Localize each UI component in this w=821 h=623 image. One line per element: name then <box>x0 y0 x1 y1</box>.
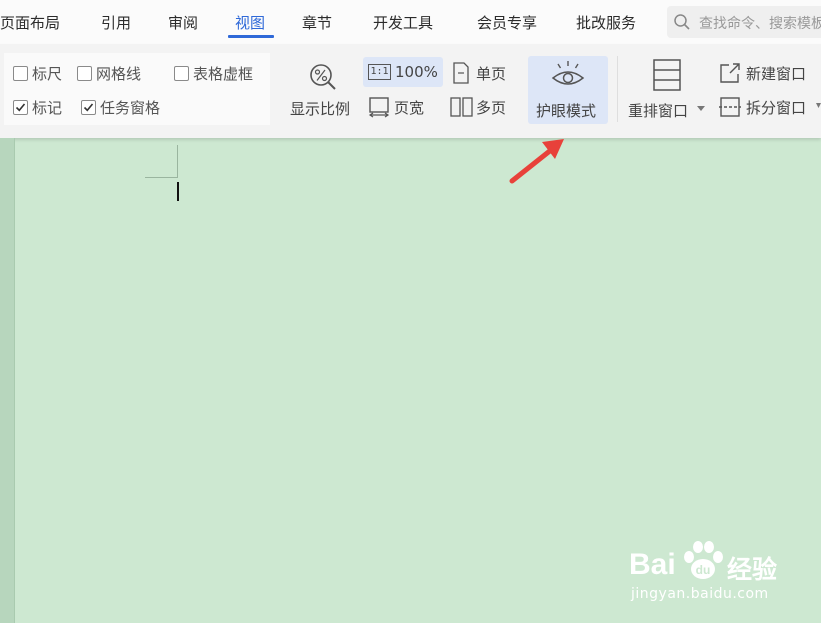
eye-protection-mode-button[interactable]: 护眼模式 <box>528 56 608 124</box>
checkbox-box[interactable] <box>13 100 28 115</box>
multi-page-label: 多页 <box>476 99 507 117</box>
active-tab-indicator <box>228 35 274 38</box>
page-width-button[interactable]: 页宽 <box>366 93 436 121</box>
rearrange-windows-button[interactable]: 重排窗口 <box>626 58 708 122</box>
watermark-brand-right: 经验 <box>727 555 778 584</box>
checkbox-box[interactable] <box>13 66 28 81</box>
eye-icon <box>551 61 585 85</box>
split-window-icon <box>719 97 741 117</box>
single-page-icon <box>453 62 469 84</box>
new-window-label: 新建窗口 <box>746 65 807 83</box>
watermark-brand-left: Bai <box>629 548 676 581</box>
one-to-one-icon: 1:1 <box>368 64 391 80</box>
zoom-percent-icon <box>310 64 336 90</box>
checkmark-icon <box>15 103 26 112</box>
markup-checkbox[interactable]: 标记 <box>13 97 62 118</box>
watermark-url: jingyan.baidu.com <box>631 586 769 602</box>
single-page-label: 单页 <box>476 65 507 83</box>
task-pane-label: 任务窗格 <box>100 99 161 117</box>
chevron-down-icon <box>816 103 821 108</box>
gridlines-label: 网格线 <box>96 65 142 83</box>
single-page-button[interactable]: 单页 <box>450 60 520 86</box>
task-pane-checkbox[interactable]: 任务窗格 <box>81 97 160 118</box>
menu-item-chapter[interactable]: 章节 <box>302 12 332 33</box>
zoom-button[interactable]: 显示比例 <box>288 60 356 120</box>
margin-corner-mark <box>145 177 178 178</box>
red-arrow-annotation <box>509 139 564 184</box>
menu-item-member[interactable]: 会员专享 <box>477 12 537 33</box>
menu-item-references[interactable]: 引用 <box>101 12 131 33</box>
markup-label: 标记 <box>32 99 63 117</box>
menu-item-review[interactable]: 审阅 <box>168 12 198 33</box>
rearrange-windows-label: 重排窗口 <box>628 102 689 120</box>
rearrange-windows-icon <box>653 59 681 91</box>
page-width-icon <box>368 97 390 118</box>
split-window-button[interactable]: 拆分窗口 <box>718 93 821 121</box>
page-width-label: 页宽 <box>394 99 425 117</box>
gridlines-checkbox[interactable]: 网格线 <box>77 63 141 84</box>
new-window-button[interactable]: 新建窗口 <box>718 60 821 86</box>
menu-item-correction-service[interactable]: 批改服务 <box>576 12 636 33</box>
menu-bar: 页面布局 引用 审阅 视图 章节 开发工具 会员专享 批改服务 查找命令、搜索模… <box>0 0 821 44</box>
checkbox-box[interactable] <box>77 66 92 81</box>
zoom-100-label: 100% <box>395 63 438 81</box>
zoom-label: 显示比例 <box>290 100 351 118</box>
menu-item-page-layout[interactable]: 页面布局 <box>0 12 60 33</box>
table-gridlines-label: 表格虚框 <box>193 65 254 83</box>
multi-page-button[interactable]: 多页 <box>450 93 520 121</box>
baidu-watermark: Bai du 经验 jingyan.baidu.com <box>629 538 799 608</box>
separator <box>617 56 618 122</box>
checkbox-box[interactable] <box>174 66 189 81</box>
svg-text:du: du <box>696 563 711 577</box>
split-window-label: 拆分窗口 <box>746 99 807 117</box>
checkbox-box[interactable] <box>81 100 96 115</box>
text-cursor <box>177 182 179 201</box>
ruler-label: 标尺 <box>32 65 63 83</box>
menu-item-developer-tools[interactable]: 开发工具 <box>373 12 433 33</box>
search-box[interactable]: 查找命令、搜索模板 <box>667 6 821 38</box>
ruler-checkbox[interactable]: 标尺 <box>13 63 62 84</box>
chevron-down-icon <box>697 106 705 111</box>
eye-protection-mode-label: 护眼模式 <box>536 102 597 120</box>
paw-icon: du <box>684 541 723 579</box>
zoom-100-button[interactable]: 1:1 100% <box>363 57 443 87</box>
search-icon <box>674 14 690 30</box>
document-left-edge <box>0 138 14 623</box>
margin-corner-mark <box>177 145 178 178</box>
search-input[interactable]: 查找命令、搜索模板 <box>699 13 821 33</box>
new-window-icon <box>720 63 740 83</box>
table-gridlines-checkbox[interactable]: 表格虚框 <box>174 63 253 84</box>
checkmark-icon <box>83 103 94 112</box>
view-options-group: 标尺 网格线 表格虚框 标记 任务窗格 <box>4 53 270 125</box>
menu-item-view[interactable]: 视图 <box>235 12 265 33</box>
multi-page-icon <box>450 97 473 117</box>
